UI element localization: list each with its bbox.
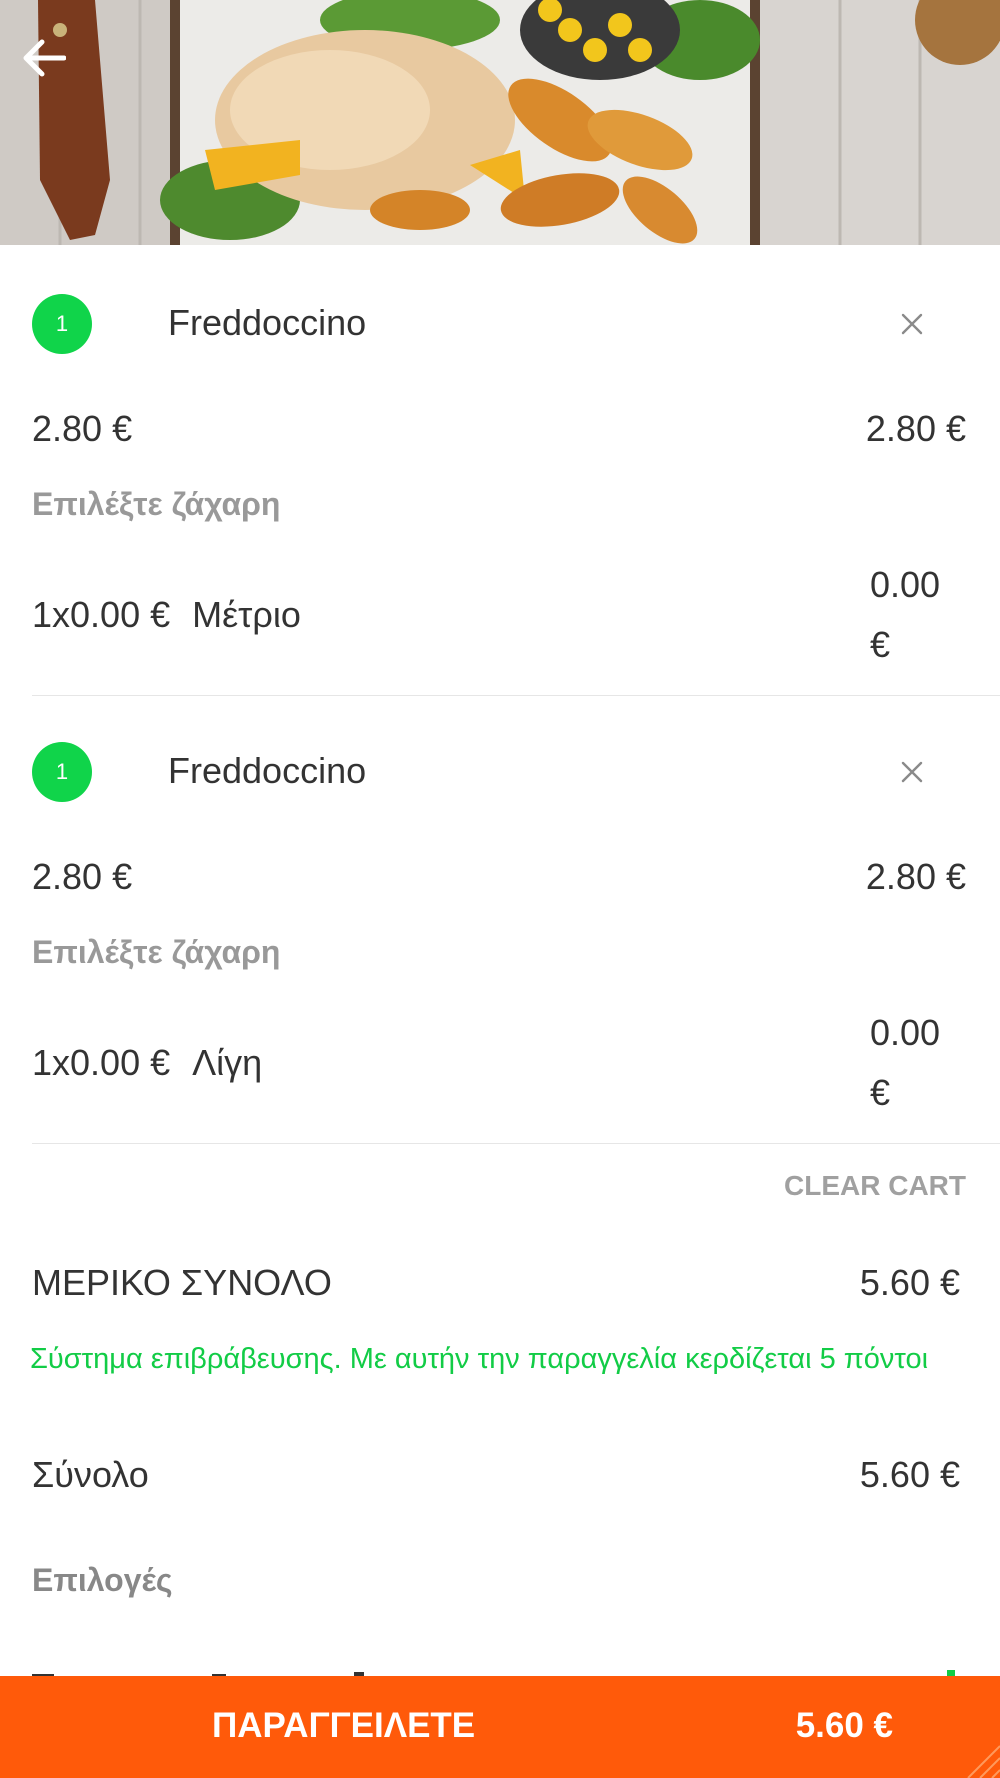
option-price-currency: € [870, 624, 891, 665]
food-tray-illustration [0, 0, 1000, 245]
option-name: Μέτριο [192, 594, 301, 635]
subtotal-label: ΜΕΡΙΚΟ ΣΥΝΟΛΟ [32, 1262, 332, 1303]
item-line-price: 2.80 € [865, 408, 966, 449]
option-price-amount: 0.00 [870, 564, 941, 605]
item-name: Freddoccino [168, 750, 367, 791]
header-food-image [0, 0, 1000, 245]
item-unit-price: 2.80 € [32, 856, 133, 897]
option-price-amount: 0.00 [870, 1012, 941, 1053]
item-name: Freddoccino [168, 302, 367, 343]
option-group-title: Επιλέξτε ζάχαρη [32, 486, 281, 522]
cart-screen: 1 Freddoccino 2.80 € 2.80 € Επιλέξτε ζάχ… [0, 0, 1000, 1778]
order-total: 5.60 € [795, 1706, 893, 1745]
clear-cart-button[interactable]: CLEAR CART [784, 1170, 966, 1202]
option-qty-price: 1x0.00 € [32, 594, 171, 635]
arrow-left-icon [23, 39, 66, 77]
back-button[interactable] [22, 38, 82, 98]
close-icon [901, 761, 923, 783]
total-value: 5.60 € [859, 1454, 960, 1495]
place-order-button[interactable]: ΠΑΡΑΓΓΕΙΛΕΤΕ 5.60 € [0, 1676, 1000, 1778]
quantity-badge: 1 [32, 294, 92, 354]
remove-item-button[interactable] [890, 750, 934, 794]
option-price-currency: € [870, 1072, 891, 1113]
place-order-label: ΠΑΡΑΓΓΕΙΛΕΤΕ [212, 1706, 476, 1745]
quantity-badge: 1 [32, 742, 92, 802]
option-price: 0.00 € [870, 555, 970, 675]
resize-corner-icon [967, 1745, 1000, 1778]
option-line: 1x0.00 € Λίγη [32, 1042, 262, 1084]
item-unit-price: 2.80 € [32, 408, 133, 449]
option-qty-price: 1x0.00 € [32, 1042, 171, 1083]
options-section-title: Επιλογές [32, 1562, 173, 1598]
close-icon [901, 313, 923, 335]
total-label: Σύνολο [32, 1454, 149, 1495]
option-group-title: Επιλέξτε ζάχαρη [32, 934, 281, 970]
option-name: Λίγη [192, 1042, 263, 1083]
remove-item-button[interactable] [890, 302, 934, 346]
option-line: 1x0.00 € Μέτριο [32, 594, 301, 636]
option-price: 0.00 € [870, 1003, 970, 1123]
item-divider [32, 1143, 1000, 1144]
reward-points-message: Σύστημα επιβράβευσης. Με αυτήν την παραγ… [30, 1343, 929, 1375]
item-divider [32, 695, 1000, 696]
subtotal-value: 5.60 € [859, 1262, 960, 1303]
item-line-price: 2.80 € [865, 856, 966, 897]
